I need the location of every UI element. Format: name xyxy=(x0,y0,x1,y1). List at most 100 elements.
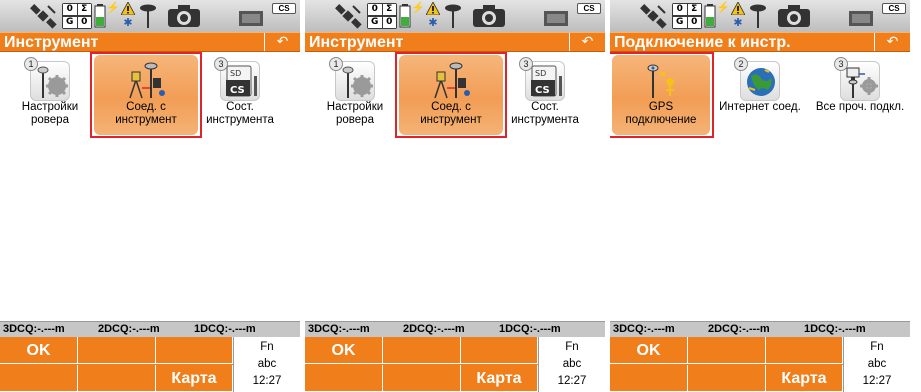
title-bar: Подключение к инстр. ↶ xyxy=(610,32,910,52)
battery-icon[interactable] xyxy=(94,3,106,29)
battery-icon[interactable] xyxy=(399,3,411,29)
other-connections-icon: 3 xyxy=(834,57,880,101)
softkey-3[interactable] xyxy=(156,337,233,364)
clock: 12:27 xyxy=(862,375,892,387)
satellite-icon[interactable] xyxy=(335,3,363,29)
warning-icon[interactable] xyxy=(731,1,745,15)
menu-item-instrument-status[interactable]: SD CS 3 Сост. инструмента xyxy=(190,55,290,135)
softkey-4[interactable] xyxy=(0,365,78,392)
item-label-line2: ровера xyxy=(31,114,69,126)
fn-label: Fn xyxy=(870,341,884,353)
bluetooth-icon: ✱ xyxy=(733,16,743,29)
satellite-icon[interactable] xyxy=(30,3,58,29)
warning-icon[interactable] xyxy=(121,1,135,15)
camera-icon[interactable] xyxy=(471,3,507,29)
instrument-connection-icon xyxy=(431,60,471,100)
memory-card-icon[interactable] xyxy=(238,3,264,29)
memory-card-icon[interactable] xyxy=(848,3,874,29)
softkey-5[interactable] xyxy=(688,365,766,392)
power-bolt-icon: ⚡ xyxy=(411,1,425,14)
cq-3d: 3DCQ:-.---m xyxy=(613,323,675,335)
power-bolt-icon: ⚡ xyxy=(106,1,120,14)
position-quality-indicator[interactable]: 0 Σ G 0 xyxy=(672,3,702,29)
item-number: 1 xyxy=(24,57,38,71)
title-bar: Инструмент ↶ xyxy=(0,32,300,52)
input-mode: abc xyxy=(257,358,277,370)
cq-3d: 3DCQ:-.---m xyxy=(308,323,370,335)
ok-button[interactable]: OK xyxy=(305,337,383,364)
camera-icon[interactable] xyxy=(776,3,812,29)
back-button[interactable]: ↶ xyxy=(264,33,300,51)
bluetooth-icon: ✱ xyxy=(428,16,438,29)
memory-card-icon[interactable] xyxy=(543,3,569,29)
satellite-icon[interactable] xyxy=(640,3,668,29)
item-number: 1 xyxy=(329,57,343,71)
softkey-2[interactable] xyxy=(383,337,461,364)
item-label-line2: ровера xyxy=(336,114,374,126)
warning-icon[interactable] xyxy=(426,1,440,15)
cq-3d: 3DCQ:-.---m xyxy=(3,323,65,335)
item-label: Соед. с xyxy=(431,101,471,113)
item-label: Соед. с xyxy=(126,101,166,113)
quality-value: 0 xyxy=(673,4,687,16)
menu-item-gps-connection[interactable]: GPS подключение xyxy=(610,52,714,138)
menu-item-connect-instrument[interactable]: Соед. с инструмент xyxy=(90,52,202,138)
item-label: Интернет соед. xyxy=(719,101,801,113)
softkey-5[interactable] xyxy=(78,365,156,392)
position-quality-indicator[interactable]: 0 Σ G 0 xyxy=(367,3,397,29)
menu-item-internet-connection[interactable]: 2 Интернет соед. xyxy=(710,55,810,135)
softkey-4[interactable] xyxy=(610,365,688,392)
page-title: Инструмент xyxy=(309,34,404,51)
cq-1d: 1DCQ:-.---m xyxy=(804,323,866,335)
ok-button[interactable]: OK xyxy=(610,337,688,364)
menu-item-connect-instrument[interactable]: Соед. с инструмент xyxy=(395,52,507,138)
item-number: 2 xyxy=(734,57,748,71)
battery-icon[interactable] xyxy=(704,3,716,29)
item-number: 3 xyxy=(834,57,848,71)
coordinate-quality-bar: 3DCQ:-.---m 2DCQ:-.---m 1DCQ:-.---m xyxy=(305,321,605,337)
item-label: GPS xyxy=(648,101,674,113)
softkey-2[interactable] xyxy=(688,337,766,364)
cs-badge: CS xyxy=(577,3,601,14)
camera-icon[interactable] xyxy=(166,3,202,29)
menu-item-other-connections[interactable]: 3 Все проч. подкл. xyxy=(810,55,910,135)
antenna-icon[interactable] xyxy=(443,3,463,29)
softkey-3[interactable] xyxy=(766,337,843,364)
antenna-icon[interactable] xyxy=(138,3,158,29)
status-bar: 0 Σ G 0 ⚡ ✱ CS xyxy=(305,0,605,32)
status-bar: 0 Σ G 0 ⚡ ✱ CS xyxy=(610,0,910,32)
fn-panel[interactable]: Fn abc 12:27 xyxy=(233,337,300,392)
coordinate-quality-bar: 3DCQ:-.---m 2DCQ:-.---m 1DCQ:-.---m xyxy=(610,321,910,337)
softkey-2[interactable] xyxy=(78,337,156,364)
internet-connection-icon: 2 xyxy=(734,57,780,101)
map-button[interactable]: Карта xyxy=(766,365,843,392)
instrument-status-icon: SD CS 3 xyxy=(519,57,565,101)
fn-panel[interactable]: Fn abc 12:27 xyxy=(538,337,605,392)
menu-item-instrument-status[interactable]: SD CS 3 Сост. инструмента xyxy=(495,55,595,135)
back-button[interactable]: ↶ xyxy=(874,33,910,51)
map-button[interactable]: Карта xyxy=(156,365,233,392)
page-title: Подключение к инстр. xyxy=(614,34,791,51)
svg-text:CS: CS xyxy=(535,85,550,96)
menu-item-rover-settings[interactable]: 1 Настройки ровера xyxy=(0,55,100,135)
cq-2d: 2DCQ:-.---m xyxy=(708,323,770,335)
softkey-bar: OK Карта Fn abc 12:27 xyxy=(305,337,605,392)
menu-item-rover-settings[interactable]: 1 Настройки ровера xyxy=(305,55,405,135)
instrument-connection-icon xyxy=(126,60,166,100)
status-bar: 0 Σ G 0 ⚡ ✱ CS xyxy=(0,0,300,32)
position-quality-indicator[interactable]: 0 Σ G 0 xyxy=(62,3,92,29)
quality-value: 0 xyxy=(368,4,382,16)
softkey-4[interactable] xyxy=(305,365,383,392)
softkey-5[interactable] xyxy=(383,365,461,392)
antenna-icon[interactable] xyxy=(748,3,768,29)
softkey-3[interactable] xyxy=(461,337,538,364)
map-button[interactable]: Карта xyxy=(461,365,538,392)
quality-g-value: 0 xyxy=(687,16,701,28)
item-number: 3 xyxy=(519,57,533,71)
clock: 12:27 xyxy=(557,375,587,387)
power-bolt-icon: ⚡ xyxy=(716,1,730,14)
back-button[interactable]: ↶ xyxy=(569,33,605,51)
fn-panel[interactable]: Fn abc 12:27 xyxy=(843,337,910,392)
item-number: 3 xyxy=(214,57,228,71)
ok-button[interactable]: OK xyxy=(0,337,78,364)
